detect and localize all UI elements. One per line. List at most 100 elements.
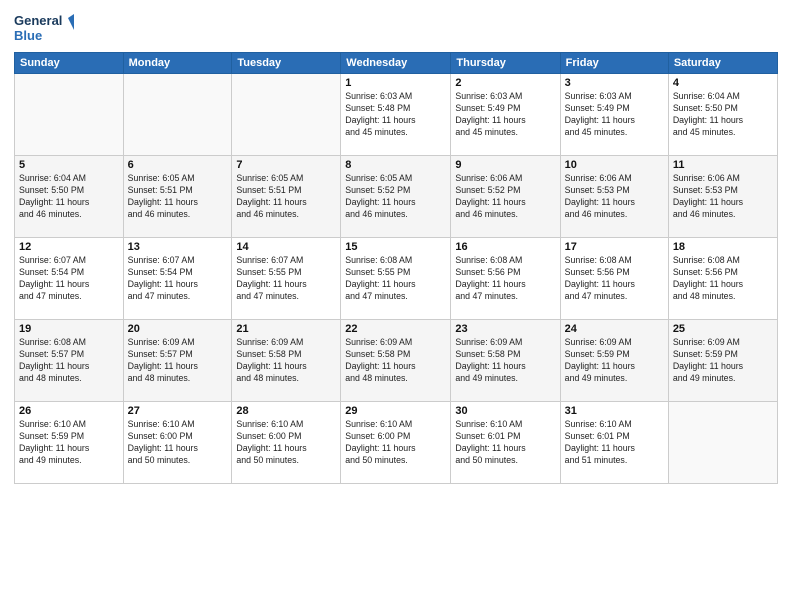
day-info: Sunrise: 6:10 AM Sunset: 6:01 PM Dayligh… xyxy=(455,419,555,467)
calendar-cell: 8 Sunrise: 6:05 AM Sunset: 5:52 PM Daylig… xyxy=(341,156,451,238)
day-number: 13 xyxy=(128,241,228,253)
logo-svg: General Blue xyxy=(14,10,74,46)
weekday-header-thursday: Thursday xyxy=(451,53,560,74)
calendar-cell: 28Sunrise: 6:10 AM Sunset: 6:00 PM Dayli… xyxy=(232,402,341,484)
calendar-cell: 3 Sunrise: 6:03 AM Sunset: 5:49 PM Daylig… xyxy=(560,74,668,156)
day-number: 12 xyxy=(19,241,119,253)
day-number: 21 xyxy=(236,323,336,335)
calendar-cell: 11 Sunrise: 6:06 AM Sunset: 5:53 PM Dayli… xyxy=(668,156,777,238)
day-info: Sunrise: 6:03 AM Sunset: 5:49 PM Dayligh… xyxy=(565,91,664,139)
day-number: 26 xyxy=(19,405,119,417)
day-number: 15 xyxy=(345,241,446,253)
day-number: 29 xyxy=(345,405,446,417)
day-info: Sunrise: 6:06 AM Sunset: 5:53 PM Dayligh… xyxy=(673,173,773,221)
calendar-week-1: 1 Sunrise: 6:03 AM Sunset: 5:48 PM Daylig… xyxy=(15,74,778,156)
calendar-cell: 31Sunrise: 6:10 AM Sunset: 6:01 PM Dayli… xyxy=(560,402,668,484)
weekday-header-wednesday: Wednesday xyxy=(341,53,451,74)
calendar-header-row: SundayMondayTuesdayWednesdayThursdayFrid… xyxy=(15,53,778,74)
calendar-cell: 29 Sunrise: 6:10 AM Sunset: 6:00 PM Dayli… xyxy=(341,402,451,484)
calendar-cell: 24Sunrise: 6:09 AM Sunset: 5:59 PM Dayli… xyxy=(560,320,668,402)
calendar-cell: 13 Sunrise: 6:07 AM Sunset: 5:54 PM Dayli… xyxy=(123,238,232,320)
day-info: Sunrise: 6:07 AM Sunset: 5:54 PM Dayligh… xyxy=(19,255,119,303)
day-info: Sunrise: 6:09 AM Sunset: 5:59 PM Dayligh… xyxy=(673,337,773,385)
calendar-week-3: 12 Sunrise: 6:07 AM Sunset: 5:54 PM Dayli… xyxy=(15,238,778,320)
day-number: 10 xyxy=(565,159,664,171)
day-number: 4 xyxy=(673,77,773,89)
calendar-cell xyxy=(232,74,341,156)
svg-text:General: General xyxy=(14,13,62,28)
calendar-table: SundayMondayTuesdayWednesdayThursdayFrid… xyxy=(14,52,778,484)
weekday-header-tuesday: Tuesday xyxy=(232,53,341,74)
day-info: Sunrise: 6:05 AM Sunset: 5:52 PM Dayligh… xyxy=(345,173,446,221)
calendar-cell: 2 Sunrise: 6:03 AM Sunset: 5:49 PM Daylig… xyxy=(451,74,560,156)
day-number: 3 xyxy=(565,77,664,89)
day-number: 22 xyxy=(345,323,446,335)
calendar-cell: 1 Sunrise: 6:03 AM Sunset: 5:48 PM Daylig… xyxy=(341,74,451,156)
day-info: Sunrise: 6:08 AM Sunset: 5:56 PM Dayligh… xyxy=(673,255,773,303)
day-info: Sunrise: 6:07 AM Sunset: 5:54 PM Dayligh… xyxy=(128,255,228,303)
day-info: Sunrise: 6:09 AM Sunset: 5:59 PM Dayligh… xyxy=(565,337,664,385)
day-info: Sunrise: 6:08 AM Sunset: 5:56 PM Dayligh… xyxy=(455,255,555,303)
calendar-week-4: 19 Sunrise: 6:08 AM Sunset: 5:57 PM Dayli… xyxy=(15,320,778,402)
day-number: 19 xyxy=(19,323,119,335)
day-number: 1 xyxy=(345,77,446,89)
calendar-cell xyxy=(15,74,124,156)
svg-text:Blue: Blue xyxy=(14,28,42,43)
calendar-cell: 25 Sunrise: 6:09 AM Sunset: 5:59 PM Dayli… xyxy=(668,320,777,402)
day-info: Sunrise: 6:06 AM Sunset: 5:53 PM Dayligh… xyxy=(565,173,664,221)
day-number: 5 xyxy=(19,159,119,171)
day-number: 17 xyxy=(565,241,664,253)
weekday-header-friday: Friday xyxy=(560,53,668,74)
day-number: 23 xyxy=(455,323,555,335)
day-info: Sunrise: 6:10 AM Sunset: 6:00 PM Dayligh… xyxy=(128,419,228,467)
day-info: Sunrise: 6:09 AM Sunset: 5:58 PM Dayligh… xyxy=(455,337,555,385)
day-info: Sunrise: 6:05 AM Sunset: 5:51 PM Dayligh… xyxy=(236,173,336,221)
calendar-cell: 16 Sunrise: 6:08 AM Sunset: 5:56 PM Dayli… xyxy=(451,238,560,320)
day-number: 14 xyxy=(236,241,336,253)
calendar-cell: 7Sunrise: 6:05 AM Sunset: 5:51 PM Daylig… xyxy=(232,156,341,238)
day-info: Sunrise: 6:07 AM Sunset: 5:55 PM Dayligh… xyxy=(236,255,336,303)
calendar-cell: 26 Sunrise: 6:10 AM Sunset: 5:59 PM Dayli… xyxy=(15,402,124,484)
logo: General Blue xyxy=(14,10,74,46)
day-number: 31 xyxy=(565,405,664,417)
day-info: Sunrise: 6:09 AM Sunset: 5:58 PM Dayligh… xyxy=(345,337,446,385)
day-info: Sunrise: 6:08 AM Sunset: 5:57 PM Dayligh… xyxy=(19,337,119,385)
page-header: General Blue xyxy=(14,10,778,46)
day-number: 11 xyxy=(673,159,773,171)
calendar-cell xyxy=(668,402,777,484)
day-info: Sunrise: 6:10 AM Sunset: 5:59 PM Dayligh… xyxy=(19,419,119,467)
day-info: Sunrise: 6:10 AM Sunset: 6:00 PM Dayligh… xyxy=(236,419,336,467)
calendar-cell: 5 Sunrise: 6:04 AM Sunset: 5:50 PM Daylig… xyxy=(15,156,124,238)
calendar-cell xyxy=(123,74,232,156)
day-number: 8 xyxy=(345,159,446,171)
day-info: Sunrise: 6:03 AM Sunset: 5:48 PM Dayligh… xyxy=(345,91,446,139)
calendar-week-2: 5 Sunrise: 6:04 AM Sunset: 5:50 PM Daylig… xyxy=(15,156,778,238)
day-info: Sunrise: 6:04 AM Sunset: 5:50 PM Dayligh… xyxy=(673,91,773,139)
day-number: 9 xyxy=(455,159,555,171)
day-number: 25 xyxy=(673,323,773,335)
day-info: Sunrise: 6:04 AM Sunset: 5:50 PM Dayligh… xyxy=(19,173,119,221)
calendar-cell: 10 Sunrise: 6:06 AM Sunset: 5:53 PM Dayli… xyxy=(560,156,668,238)
day-number: 30 xyxy=(455,405,555,417)
day-number: 6 xyxy=(128,159,228,171)
day-number: 20 xyxy=(128,323,228,335)
day-info: Sunrise: 6:03 AM Sunset: 5:49 PM Dayligh… xyxy=(455,91,555,139)
calendar-cell: 15 Sunrise: 6:08 AM Sunset: 5:55 PM Dayli… xyxy=(341,238,451,320)
weekday-header-sunday: Sunday xyxy=(15,53,124,74)
calendar-week-5: 26 Sunrise: 6:10 AM Sunset: 5:59 PM Dayli… xyxy=(15,402,778,484)
day-number: 27 xyxy=(128,405,228,417)
day-info: Sunrise: 6:09 AM Sunset: 5:58 PM Dayligh… xyxy=(236,337,336,385)
day-number: 16 xyxy=(455,241,555,253)
day-info: Sunrise: 6:10 AM Sunset: 6:00 PM Dayligh… xyxy=(345,419,446,467)
day-info: Sunrise: 6:05 AM Sunset: 5:51 PM Dayligh… xyxy=(128,173,228,221)
calendar-cell: 27 Sunrise: 6:10 AM Sunset: 6:00 PM Dayli… xyxy=(123,402,232,484)
day-info: Sunrise: 6:08 AM Sunset: 5:55 PM Dayligh… xyxy=(345,255,446,303)
calendar-cell: 18Sunrise: 6:08 AM Sunset: 5:56 PM Dayli… xyxy=(668,238,777,320)
calendar-cell: 19 Sunrise: 6:08 AM Sunset: 5:57 PM Dayli… xyxy=(15,320,124,402)
calendar-cell: 6 Sunrise: 6:05 AM Sunset: 5:51 PM Daylig… xyxy=(123,156,232,238)
weekday-header-monday: Monday xyxy=(123,53,232,74)
day-info: Sunrise: 6:08 AM Sunset: 5:56 PM Dayligh… xyxy=(565,255,664,303)
weekday-header-saturday: Saturday xyxy=(668,53,777,74)
calendar-cell: 4 Sunrise: 6:04 AM Sunset: 5:50 PM Daylig… xyxy=(668,74,777,156)
day-number: 2 xyxy=(455,77,555,89)
